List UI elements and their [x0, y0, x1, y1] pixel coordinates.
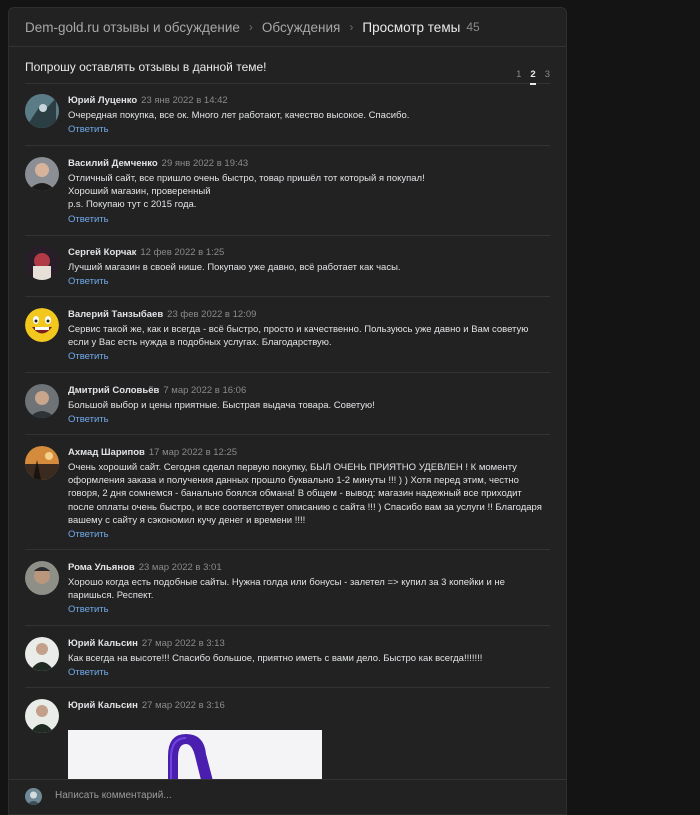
comment-item: Юрий Кальсин 27 мар 2022 в 3:13 Как всегд…: [25, 635, 550, 688]
comment-text: Лучший магазин в своей нише. Покупаю уже…: [68, 262, 401, 273]
comment-text: Очередная покупка, все ок. Много лет раб…: [68, 110, 410, 121]
avatar[interactable]: [25, 699, 59, 733]
avatar[interactable]: [25, 637, 59, 671]
page-2-link[interactable]: 2: [530, 69, 536, 85]
page-1-link[interactable]: 1: [516, 69, 521, 85]
comment-text: Хорошо когда есть подобные сайты. Нужна …: [68, 577, 505, 602]
comment-date[interactable]: 17 мар 2022 в 12:25: [149, 447, 237, 458]
comment-date[interactable]: 23 фев 2022 в 12:09: [167, 309, 256, 320]
avatar[interactable]: [25, 561, 59, 595]
breadcrumb: Dem-gold.ru отзывы и обсуждение › Обсужд…: [9, 8, 566, 47]
reply-link[interactable]: Ответить: [68, 414, 550, 425]
comment-date[interactable]: 27 мар 2022 в 3:13: [142, 638, 225, 649]
reply-link[interactable]: Ответить: [68, 351, 550, 362]
comment-author[interactable]: Ахмад Шарипов: [68, 447, 145, 458]
page-3-link[interactable]: 3: [545, 69, 550, 85]
comment-text: Очень хороший сайт. Сегодня сделал перву…: [68, 462, 542, 526]
comment-item: Ахмад Шарипов 17 мар 2022 в 12:25 Очень х…: [25, 444, 550, 550]
avatar[interactable]: [25, 94, 59, 128]
attached-photo[interactable]: [68, 730, 322, 780]
breadcrumb-site-link[interactable]: Dem-gold.ru отзывы и обсуждение: [25, 20, 240, 35]
discussion-panel: Dem-gold.ru отзывы и обсуждение › Обсужд…: [8, 7, 567, 815]
chevron-right-icon: ›: [349, 20, 354, 34]
comment-author[interactable]: Дмитрий Соловьёв: [68, 385, 159, 396]
reply-link[interactable]: Ответить: [68, 604, 550, 615]
comment-composer: Написать комментарий...: [9, 779, 566, 814]
comment-author[interactable]: Юрий Кальсин: [68, 638, 138, 649]
reply-link[interactable]: Ответить: [68, 214, 550, 225]
comment-item: Юрий Луценко 23 янв 2022 в 14:42 Очередна…: [25, 92, 550, 146]
topic-header: Попрошу оставлять отзывы в данной теме! …: [25, 47, 550, 85]
comment-text: Отличный сайт, все пришло очень быстро, …: [68, 173, 425, 211]
breadcrumb-current: Просмотр темы: [362, 19, 461, 35]
reply-link[interactable]: Ответить: [68, 124, 550, 135]
breadcrumb-discussions-link[interactable]: Обсуждения: [262, 20, 340, 35]
comment-author[interactable]: Юрий Луценко: [68, 95, 137, 106]
comment-item: Валерий Танзыбаев 23 фев 2022 в 12:09 Сер…: [25, 306, 550, 373]
user-avatar: [25, 788, 42, 805]
topic-title: Попрошу оставлять отзывы в данной теме!: [25, 60, 267, 74]
comment-author[interactable]: Рома Ульянов: [68, 562, 135, 573]
comment-author[interactable]: Василий Демченко: [68, 158, 158, 169]
avatar[interactable]: [25, 246, 59, 280]
comment-date[interactable]: 23 янв 2022 в 14:42: [141, 95, 228, 106]
comment-author[interactable]: Валерий Танзыбаев: [68, 309, 163, 320]
reply-link[interactable]: Ответить: [68, 667, 550, 678]
avatar[interactable]: [25, 446, 59, 480]
comment-item: Дмитрий Соловьёв 7 мар 2022 в 16:06 Больш…: [25, 382, 550, 435]
avatar[interactable]: [25, 308, 59, 342]
comment-date[interactable]: 12 фев 2022 в 1:25: [140, 247, 224, 258]
comment-date[interactable]: 29 янв 2022 в 19:43: [162, 158, 249, 169]
avatar[interactable]: [25, 384, 59, 418]
avatar[interactable]: [25, 157, 59, 191]
comment-item: Сергей Корчак 12 фев 2022 в 1:25 Лучший м…: [25, 244, 550, 297]
comment-count: 45: [466, 20, 480, 34]
comment-author[interactable]: Сергей Корчак: [68, 247, 136, 258]
comment-list: Юрий Луценко 23 янв 2022 в 14:42 Очередна…: [9, 84, 566, 780]
comment-text: Большой выбор и цены приятные. Быстрая в…: [68, 400, 375, 411]
reply-link[interactable]: Ответить: [68, 529, 550, 540]
comment-item: Василий Демченко 29 янв 2022 в 19:43 Отли…: [25, 155, 550, 236]
pagination: 1 2 3: [516, 69, 550, 85]
comment-text: Сервис такой же, как и всегда - всё быст…: [68, 324, 529, 349]
comment-input[interactable]: Написать комментарий...: [55, 790, 172, 801]
comment-date[interactable]: 23 мар 2022 в 3:01: [139, 562, 222, 573]
reply-link[interactable]: Ответить: [68, 276, 550, 287]
comment-date[interactable]: 7 мар 2022 в 16:06: [163, 385, 246, 396]
comment-author[interactable]: Юрий Кальсин: [68, 700, 138, 711]
comment-text: Как всегда на высоте!!! Спасибо большое,…: [68, 653, 483, 664]
comment-item: Рома Ульянов 23 мар 2022 в 3:01 Хорошо ко…: [25, 559, 550, 626]
chevron-right-icon: ›: [248, 20, 253, 34]
comment-date[interactable]: 27 мар 2022 в 3:16: [142, 700, 225, 711]
